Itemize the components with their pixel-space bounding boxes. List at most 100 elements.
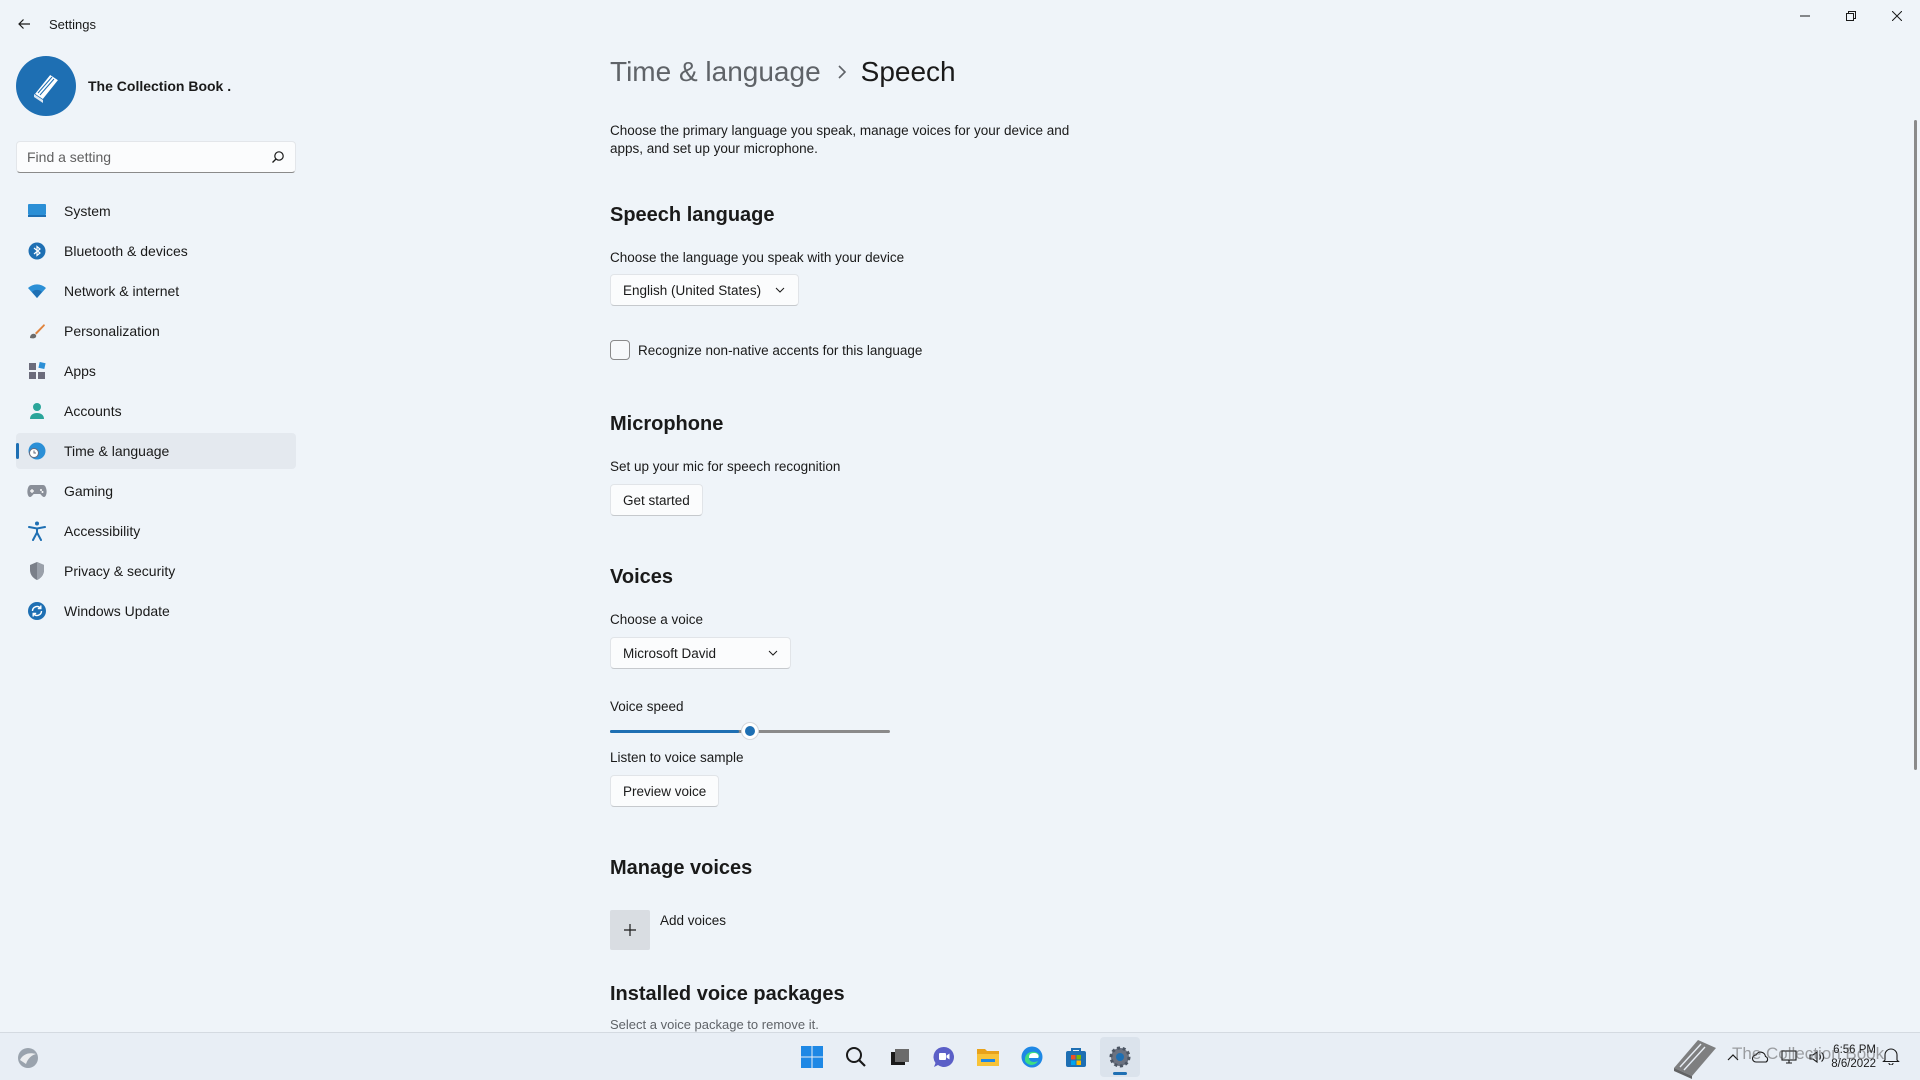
chevron-down-icon — [775, 287, 785, 293]
search-icon — [272, 151, 284, 163]
chevron-right-icon — [837, 65, 847, 79]
search-box[interactable] — [16, 141, 296, 173]
sidebar-item-label: Network & internet — [64, 283, 180, 299]
settings-button[interactable] — [1100, 1037, 1140, 1077]
restore-button[interactable] — [1828, 0, 1874, 32]
monitor-icon — [26, 200, 48, 222]
sidebar-item-apps[interactable]: Apps — [16, 353, 296, 389]
taskbar-apps — [790, 1037, 1142, 1077]
task-view-button[interactable] — [880, 1037, 920, 1077]
profile-name: The Collection Book . — [88, 78, 232, 94]
avatar — [16, 56, 76, 116]
accessibility-icon — [26, 520, 48, 542]
widgets-icon[interactable] — [16, 1046, 40, 1070]
back-button[interactable] — [12, 12, 36, 36]
vertical-scrollbar[interactable] — [1914, 120, 1917, 770]
shield-icon — [26, 560, 48, 582]
page-title: Speech — [860, 56, 956, 87]
chat-button[interactable] — [924, 1037, 964, 1077]
preview-voice-button[interactable]: Preview voice — [610, 775, 720, 807]
minimize-button[interactable] — [1782, 0, 1828, 32]
sidebar-item-label: Bluetooth & devices — [64, 243, 188, 259]
start-icon — [801, 1046, 823, 1068]
speech-language-label: Choose the language you speak with your … — [610, 250, 905, 265]
taskbar: 6:56 PM 8/6/2022 — [0, 1032, 1920, 1080]
microphone-heading: Microphone — [610, 413, 724, 435]
minimize-icon — [1800, 15, 1810, 17]
sidebar-item-system[interactable]: System — [16, 193, 296, 229]
sidebar-item-label: Personalization — [64, 323, 160, 339]
non-native-accents-checkbox-row[interactable]: Recognize non-native accents for this la… — [610, 340, 922, 360]
add-voices-label: Add voices — [660, 913, 727, 928]
voice-speed-label: Voice speed — [610, 699, 684, 714]
apps-icon — [26, 360, 48, 382]
bluetooth-icon — [26, 240, 48, 262]
sidebar-item-label: Accounts — [64, 403, 122, 419]
sidebar-nav: System Bluetooth & devices Network & int… — [16, 193, 296, 633]
restore-icon — [1846, 11, 1856, 21]
manage-voices-heading: Manage voices — [610, 857, 753, 879]
close-icon — [1892, 11, 1902, 21]
app-title: Settings — [49, 17, 96, 32]
add-voices-button[interactable]: Add voices — [610, 910, 726, 950]
edge-icon — [1021, 1046, 1043, 1068]
sidebar-item-privacy[interactable]: Privacy & security — [16, 553, 296, 589]
notification-icon[interactable] — [1882, 1047, 1902, 1067]
store-icon — [1066, 1048, 1086, 1067]
back-arrow-icon — [18, 19, 30, 29]
sidebar-item-label: Apps — [64, 363, 96, 379]
taskbar-search-button[interactable] — [836, 1037, 876, 1077]
user-profile[interactable]: The Collection Book . — [16, 56, 231, 116]
sidebar-item-network[interactable]: Network & internet — [16, 273, 296, 309]
wifi-icon — [26, 280, 48, 302]
sidebar-item-accessibility[interactable]: Accessibility — [16, 513, 296, 549]
start-button[interactable] — [792, 1037, 832, 1077]
watermark-text: The Collection Book — [1732, 1044, 1885, 1063]
settings-icon — [1109, 1046, 1131, 1068]
sidebar-item-bluetooth[interactable]: Bluetooth & devices — [16, 233, 296, 269]
chat-icon — [933, 1046, 954, 1067]
voices-heading: Voices — [610, 566, 673, 588]
slider-thumb[interactable] — [741, 722, 759, 740]
breadcrumb-parent[interactable]: Time & language — [610, 56, 821, 88]
plus-icon — [610, 910, 650, 950]
non-native-accents-label: Recognize non-native accents for this la… — [638, 342, 923, 358]
sidebar-item-personalization[interactable]: Personalization — [16, 313, 296, 349]
voice-speed-slider[interactable] — [610, 721, 890, 741]
microphone-label: Set up your mic for speech recognition — [610, 459, 841, 474]
update-icon — [26, 600, 48, 622]
file-explorer-icon — [977, 1049, 999, 1066]
store-button[interactable] — [1056, 1037, 1096, 1077]
choose-voice-label: Choose a voice — [610, 612, 704, 627]
sidebar-item-label: System — [64, 203, 111, 219]
search-icon — [846, 1047, 866, 1067]
speech-language-dropdown[interactable]: English (United States) — [610, 274, 799, 306]
voice-dropdown[interactable]: Microsoft David — [610, 637, 791, 669]
page-description: Choose the primary language you speak, m… — [610, 123, 1070, 156]
sidebar-item-windows-update[interactable]: Windows Update — [16, 593, 296, 629]
sidebar-item-label: Windows Update — [64, 603, 170, 619]
speech-language-value: English (United States) — [623, 282, 762, 298]
title-bar: Settings — [0, 0, 1920, 48]
installed-voices-subtitle: Select a voice package to remove it. — [610, 1017, 819, 1032]
non-native-accents-checkbox[interactable] — [610, 340, 630, 360]
sidebar-item-label: Accessibility — [64, 523, 141, 539]
globe-clock-icon — [26, 440, 48, 462]
sidebar-item-time-language[interactable]: Time & language — [16, 433, 296, 469]
edge-button[interactable] — [1012, 1037, 1052, 1077]
breadcrumb: Time & language Speech — [610, 56, 956, 88]
book-icon — [32, 72, 61, 103]
person-icon — [26, 400, 48, 422]
brush-icon — [26, 320, 48, 342]
sidebar-item-gaming[interactable]: Gaming — [16, 473, 296, 509]
file-explorer-button[interactable] — [968, 1037, 1008, 1077]
get-started-button[interactable]: Get started — [610, 484, 703, 516]
sidebar-item-label: Privacy & security — [64, 563, 176, 579]
close-button[interactable] — [1874, 0, 1920, 32]
speech-language-heading: Speech language — [610, 204, 775, 226]
sidebar-item-accounts[interactable]: Accounts — [16, 393, 296, 429]
search-input[interactable] — [27, 149, 271, 165]
slider-fill — [610, 730, 739, 733]
chevron-down-icon — [768, 650, 778, 656]
installed-voices-heading: Installed voice packages — [610, 983, 845, 1005]
